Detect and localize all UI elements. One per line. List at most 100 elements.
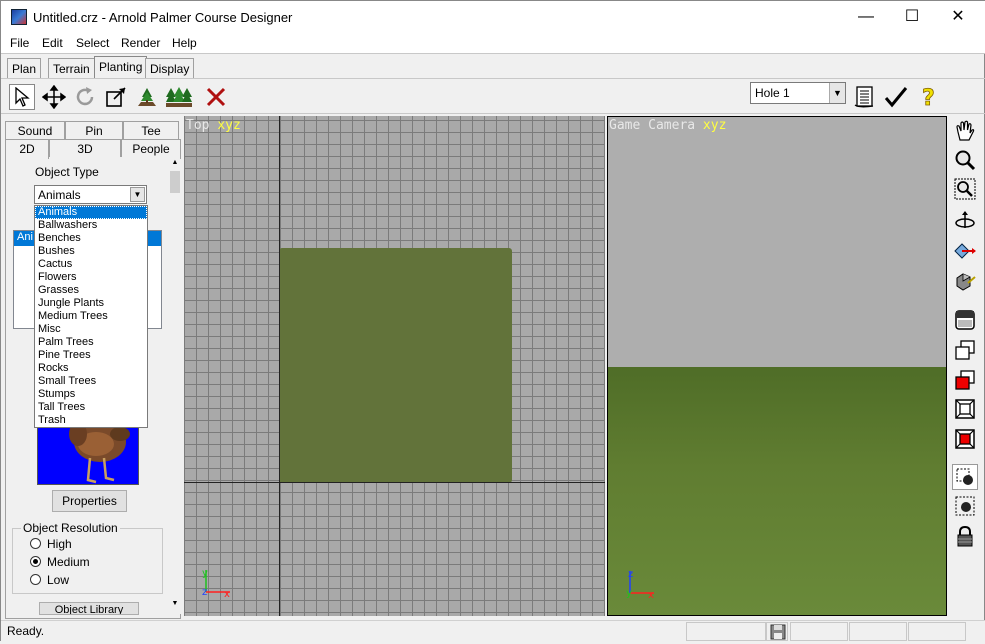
game-camera-viewport[interactable]: Game Camera xyz z y x [607,116,947,616]
menu-help[interactable]: Help [172,36,197,50]
dropdown-option[interactable]: Tall Trees [35,401,147,414]
axis-y-label: y [626,588,632,599]
title-bar: Untitled.crz - Arnold Palmer Course Desi… [1,1,985,33]
maximize-button[interactable]: ☐ [889,1,935,33]
axis-z-label: z [202,587,207,598]
menu-render[interactable]: Render [121,36,160,50]
rotate-icon[interactable] [72,84,98,110]
dropdown-option[interactable]: Palm Trees [35,336,147,349]
game-camera-label: Game Camera xyz [609,118,726,133]
delete-icon[interactable] [203,84,229,110]
app-window: Untitled.crz - Arnold Palmer Course Desi… [0,0,985,642]
viewport-axis-vertical [279,116,280,616]
zoom-icon[interactable] [952,147,978,173]
tab-planting[interactable]: Planting [94,56,148,78]
orbit-icon[interactable] [952,208,978,234]
tab-sound[interactable]: Sound [5,121,65,139]
status-bar: Ready. [1,620,985,642]
status-pane [686,622,766,641]
menu-file[interactable]: File [10,36,29,50]
dropdown-option[interactable]: Grasses [35,284,147,297]
top-viewport-name: Top [186,118,218,133]
menu-select[interactable]: Select [76,36,109,50]
snap-grid-icon[interactable] [952,493,978,519]
viewport-axis-horizontal [184,482,605,483]
scroll-down-icon[interactable]: ▼ [169,600,181,612]
single-view-icon[interactable] [952,307,978,333]
pan-hand-icon[interactable] [952,118,978,144]
maximize-view-red-icon[interactable] [952,426,978,452]
chevron-down-icon[interactable]: ▼ [829,83,845,103]
dropdown-option[interactable]: Cactus [35,258,147,271]
close-button[interactable]: ✕ [935,1,981,33]
game-camera-axes: xyz [702,118,727,133]
camera-move-icon[interactable] [952,238,978,264]
cascade-view-icon[interactable] [952,337,978,363]
zoom-window-icon[interactable] [952,176,978,202]
status-pane [908,622,966,641]
dropdown-option[interactable]: Medium Trees [35,310,147,323]
status-pane [790,622,848,641]
scorecard-icon[interactable] [852,84,878,110]
radio-medium[interactable] [30,556,41,567]
top-viewport[interactable]: Top xyz y z x [184,116,605,616]
dropdown-option[interactable]: Pine Trees [35,349,147,362]
minimize-button[interactable]: — [843,1,889,33]
select-arrow-icon[interactable] [9,84,35,110]
dropdown-option[interactable]: Stumps [35,388,147,401]
snap-point-icon[interactable] [952,464,978,490]
dropdown-option[interactable]: Animals [35,206,147,219]
scroll-thumb[interactable] [170,171,180,193]
dropdown-option[interactable]: Trash [35,414,147,427]
tab-terrain[interactable]: Terrain [48,58,95,78]
save-icon [766,622,788,641]
scale-icon[interactable] [103,84,129,110]
scroll-up-icon[interactable]: ▲ [169,159,181,171]
split-view-red-icon[interactable] [952,367,978,393]
hole-select-value: Hole 1 [755,86,790,100]
dropdown-option[interactable]: Small Trees [35,375,147,388]
dropdown-option[interactable]: Flowers [35,271,147,284]
top-viewport-label: Top xyz [186,118,241,133]
toolbar-separator [1,113,985,114]
tab-tee[interactable]: Tee [123,121,179,139]
dropdown-option[interactable]: Ballwashers [35,219,147,232]
sky-area [608,117,946,367]
axis-z-label: z [628,569,633,580]
course-green-area[interactable] [279,248,512,483]
top-viewport-axes: xyz [217,118,241,133]
hole-select[interactable]: Hole 1 ▼ [750,82,846,104]
maximize-view-icon[interactable] [952,396,978,422]
object-library-button[interactable]: Object Library [39,602,139,615]
object-type-select[interactable]: Animals ▼ [34,185,147,204]
lock-icon[interactable] [952,523,978,549]
window-title: Untitled.crz - Arnold Palmer Course Desi… [33,10,293,25]
tape-measure-icon[interactable] [952,268,978,294]
svg-text:?: ? [922,86,935,109]
dropdown-option[interactable]: Misc [35,323,147,336]
properties-button[interactable]: Properties [52,490,127,512]
chevron-down-icon[interactable]: ▼ [130,187,145,202]
dropdown-option[interactable]: Benches [35,232,147,245]
dropdown-option[interactable]: Rocks [35,362,147,375]
menu-edit[interactable]: Edit [42,36,63,50]
move-icon[interactable] [41,84,67,110]
status-pane [849,622,907,641]
checkmark-icon[interactable] [883,84,909,110]
tab-pin[interactable]: Pin [65,121,123,139]
plant-single-icon[interactable] [134,84,160,110]
object-type-dropdown[interactable]: Animals Ballwashers Benches Bushes Cactu… [34,205,148,428]
help-question-icon[interactable]: ? [916,84,942,110]
axis-x-label: x [224,589,230,600]
panel-scrollbar[interactable]: ▲ ▼ [169,159,181,614]
object-preview-image [37,419,139,485]
object-type-value: Animals [38,188,81,202]
radio-high[interactable] [30,538,41,549]
tab-plan[interactable]: Plan [7,58,42,78]
plant-group-icon[interactable] [164,84,194,110]
dropdown-option[interactable]: Jungle Plants [35,297,147,310]
dropdown-option[interactable]: Bushes [35,245,147,258]
radio-low[interactable] [30,574,41,585]
tab-display[interactable]: Display [145,58,195,78]
menu-separator [1,53,985,54]
